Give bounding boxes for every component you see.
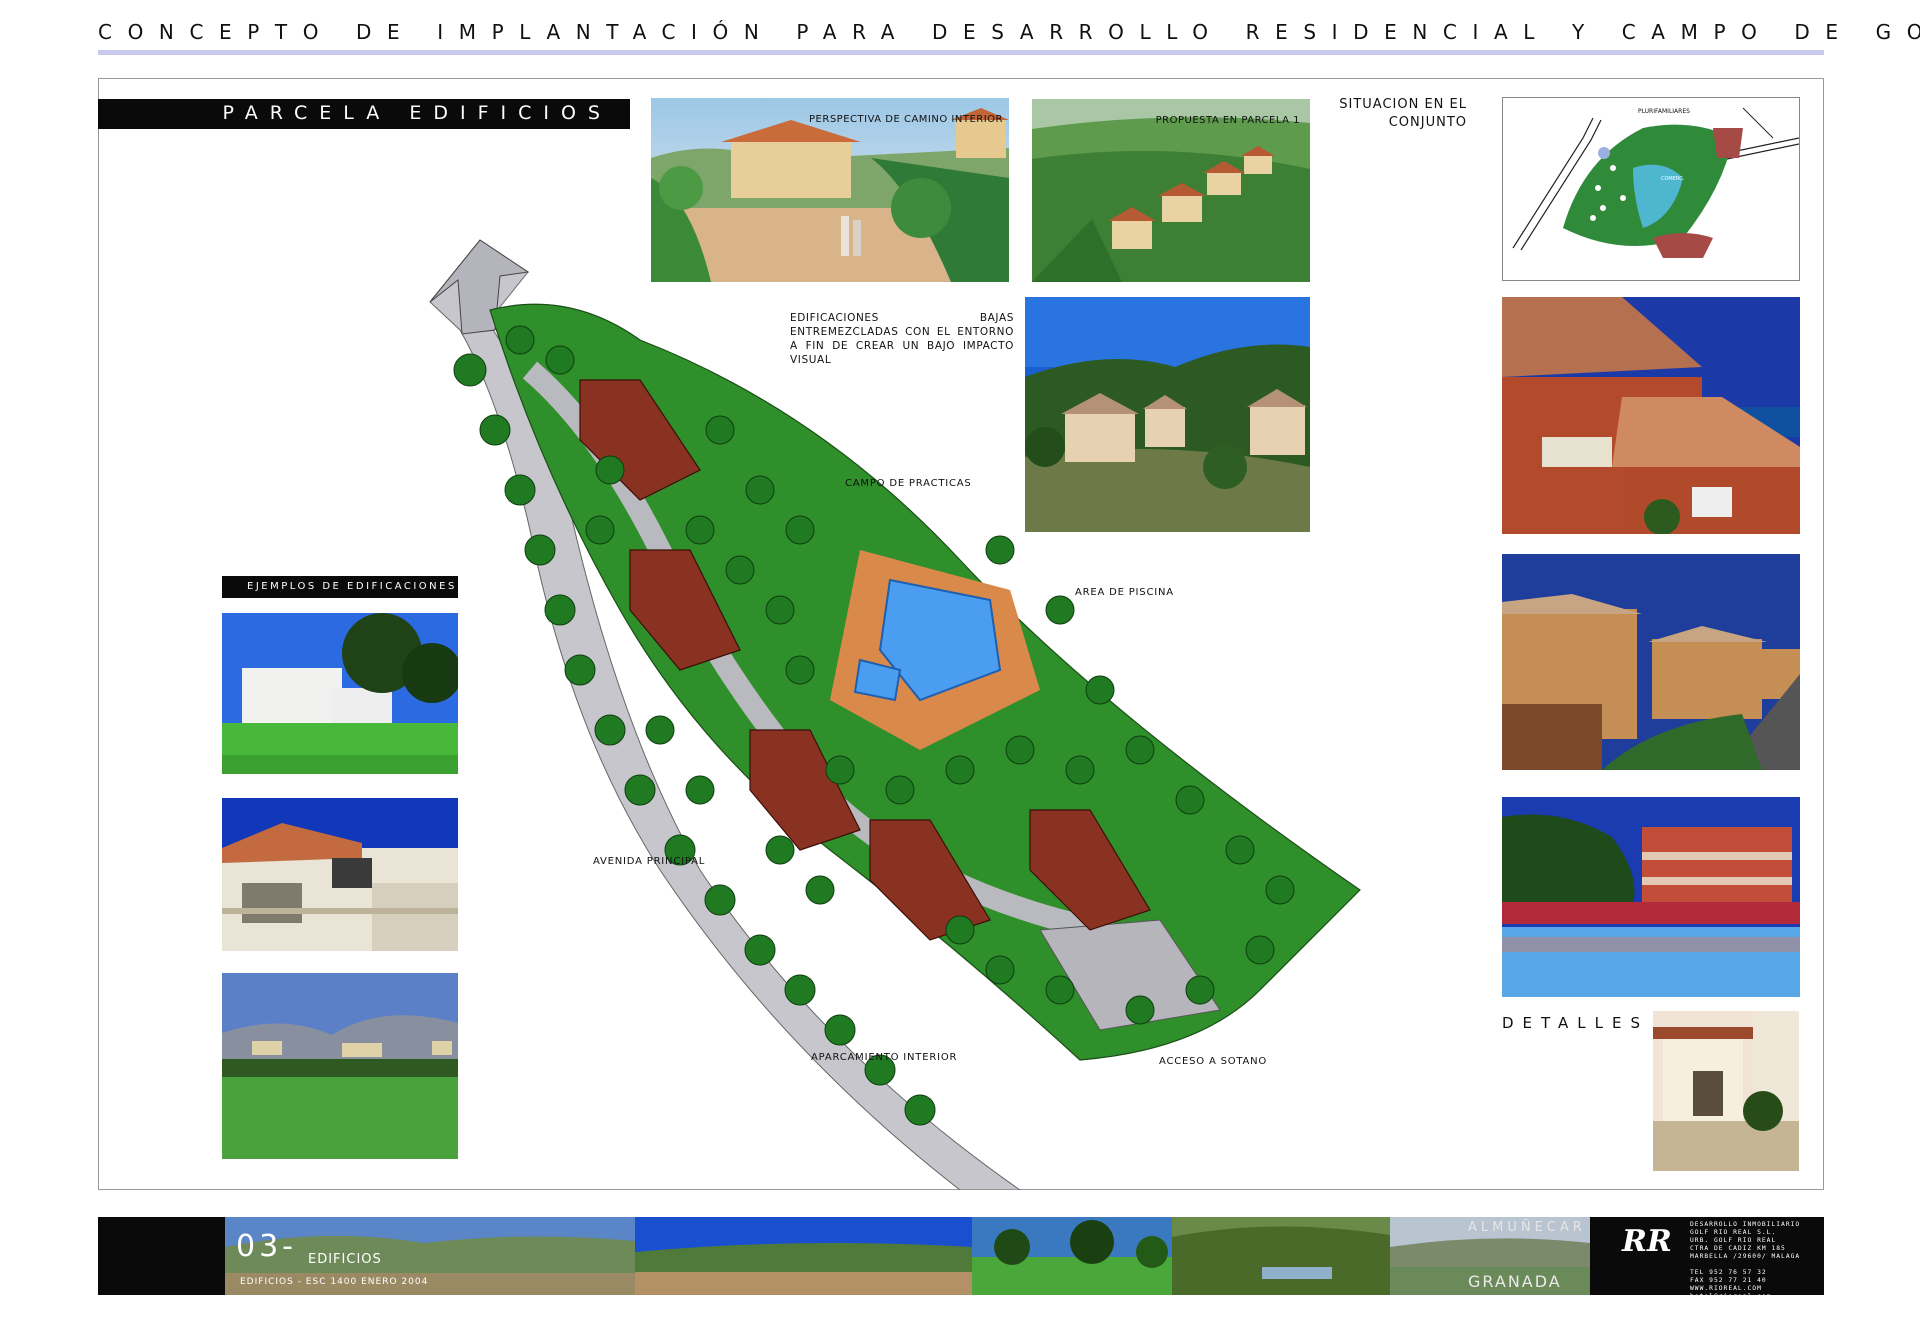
company-info: DESARROLLO INMOBILIARIO GOLF RIO REAL S.… [1690, 1221, 1818, 1301]
detalles-label: DETALLES [1502, 1014, 1649, 1032]
map-label-comerc: COMERC. [1661, 176, 1685, 182]
header-underline [98, 50, 1824, 55]
company-line: URB. GOLF RIO REAL [1690, 1237, 1777, 1244]
footer-place-granada: GRANADA [1468, 1272, 1562, 1291]
situacion-line-2: CONJUNTO [1388, 115, 1467, 130]
photo-detalles [1653, 1011, 1799, 1171]
photo-right-edificios-calle [1502, 554, 1800, 770]
photo-right-piscina [1502, 797, 1800, 997]
caption-propuesta: PROPUESTA EN PARCELA 1 [1155, 115, 1300, 126]
footer-photo-2 [635, 1217, 972, 1295]
plan-label-aparcamiento: APARCAMIENTO INTERIOR [811, 1052, 958, 1063]
plan-label-area-piscina: AREA DE PISCINA [1075, 587, 1174, 598]
company-line: GOLF RIO REAL S.L. [1690, 1229, 1777, 1236]
situacion-label: SITUACION EN EL CONJUNTO [1325, 96, 1467, 132]
company-line: WWW.RIOREAL.COM [1690, 1285, 1762, 1292]
section-title: PARCELA EDIFICIOS [222, 102, 612, 124]
company-line: FAX 952 77 21 40 [1690, 1277, 1767, 1284]
page-header-title: CONCEPTO DE IMPLANTACIÓN PARA DESARROLLO… [98, 20, 1920, 44]
company-logo: RR [1622, 1224, 1672, 1259]
caption-perspectiva: PERSPECTIVA DE CAMINO INTERIOR [809, 114, 1003, 125]
footer-sheet-title: EDIFICIOS [308, 1252, 382, 1267]
company-line: MARBELLA /29600/ MALAGA [1690, 1253, 1801, 1260]
plan-label-campo-practicas: CAMPO DE PRACTICAS [845, 478, 972, 489]
footer-photo-4 [1172, 1217, 1390, 1295]
footer-sheet-number: 03- [236, 1229, 297, 1264]
map-label-plurifamiliares: PLURIFAMILIARES [1638, 108, 1690, 115]
site-plan: CAMPO DE PRACTICAS AREA DE PISCINA AVENI… [400, 230, 1370, 1190]
company-line: TEL 952 76 57 32 [1690, 1269, 1767, 1276]
company-line: CTRA DE CADIZ KM 185 [1690, 1245, 1786, 1252]
footer-sheet-subtitle: EDIFICIOS - ESC 1400 ENERO 2004 [240, 1277, 429, 1287]
plan-label-avenida-principal: AVENIDA PRINCIPAL [593, 856, 706, 867]
photo-right-tejados [1502, 297, 1800, 534]
company-line: DESARROLLO INMOBILIARIO [1690, 1221, 1801, 1228]
section-title-bar: PARCELA EDIFICIOS [98, 99, 630, 129]
site-location-map: PLURIFAMILIARES COMERC. [1502, 97, 1800, 281]
footer-photo-3 [972, 1217, 1172, 1295]
situacion-line-1: SITUACION EN EL [1339, 97, 1467, 112]
company-line: hotel@rioreal.com [1690, 1293, 1772, 1300]
footer-place-almunecar: ALMUÑECAR [1468, 1220, 1586, 1235]
plan-label-acceso-sotano: ACCESO A SOTANO [1159, 1056, 1268, 1067]
